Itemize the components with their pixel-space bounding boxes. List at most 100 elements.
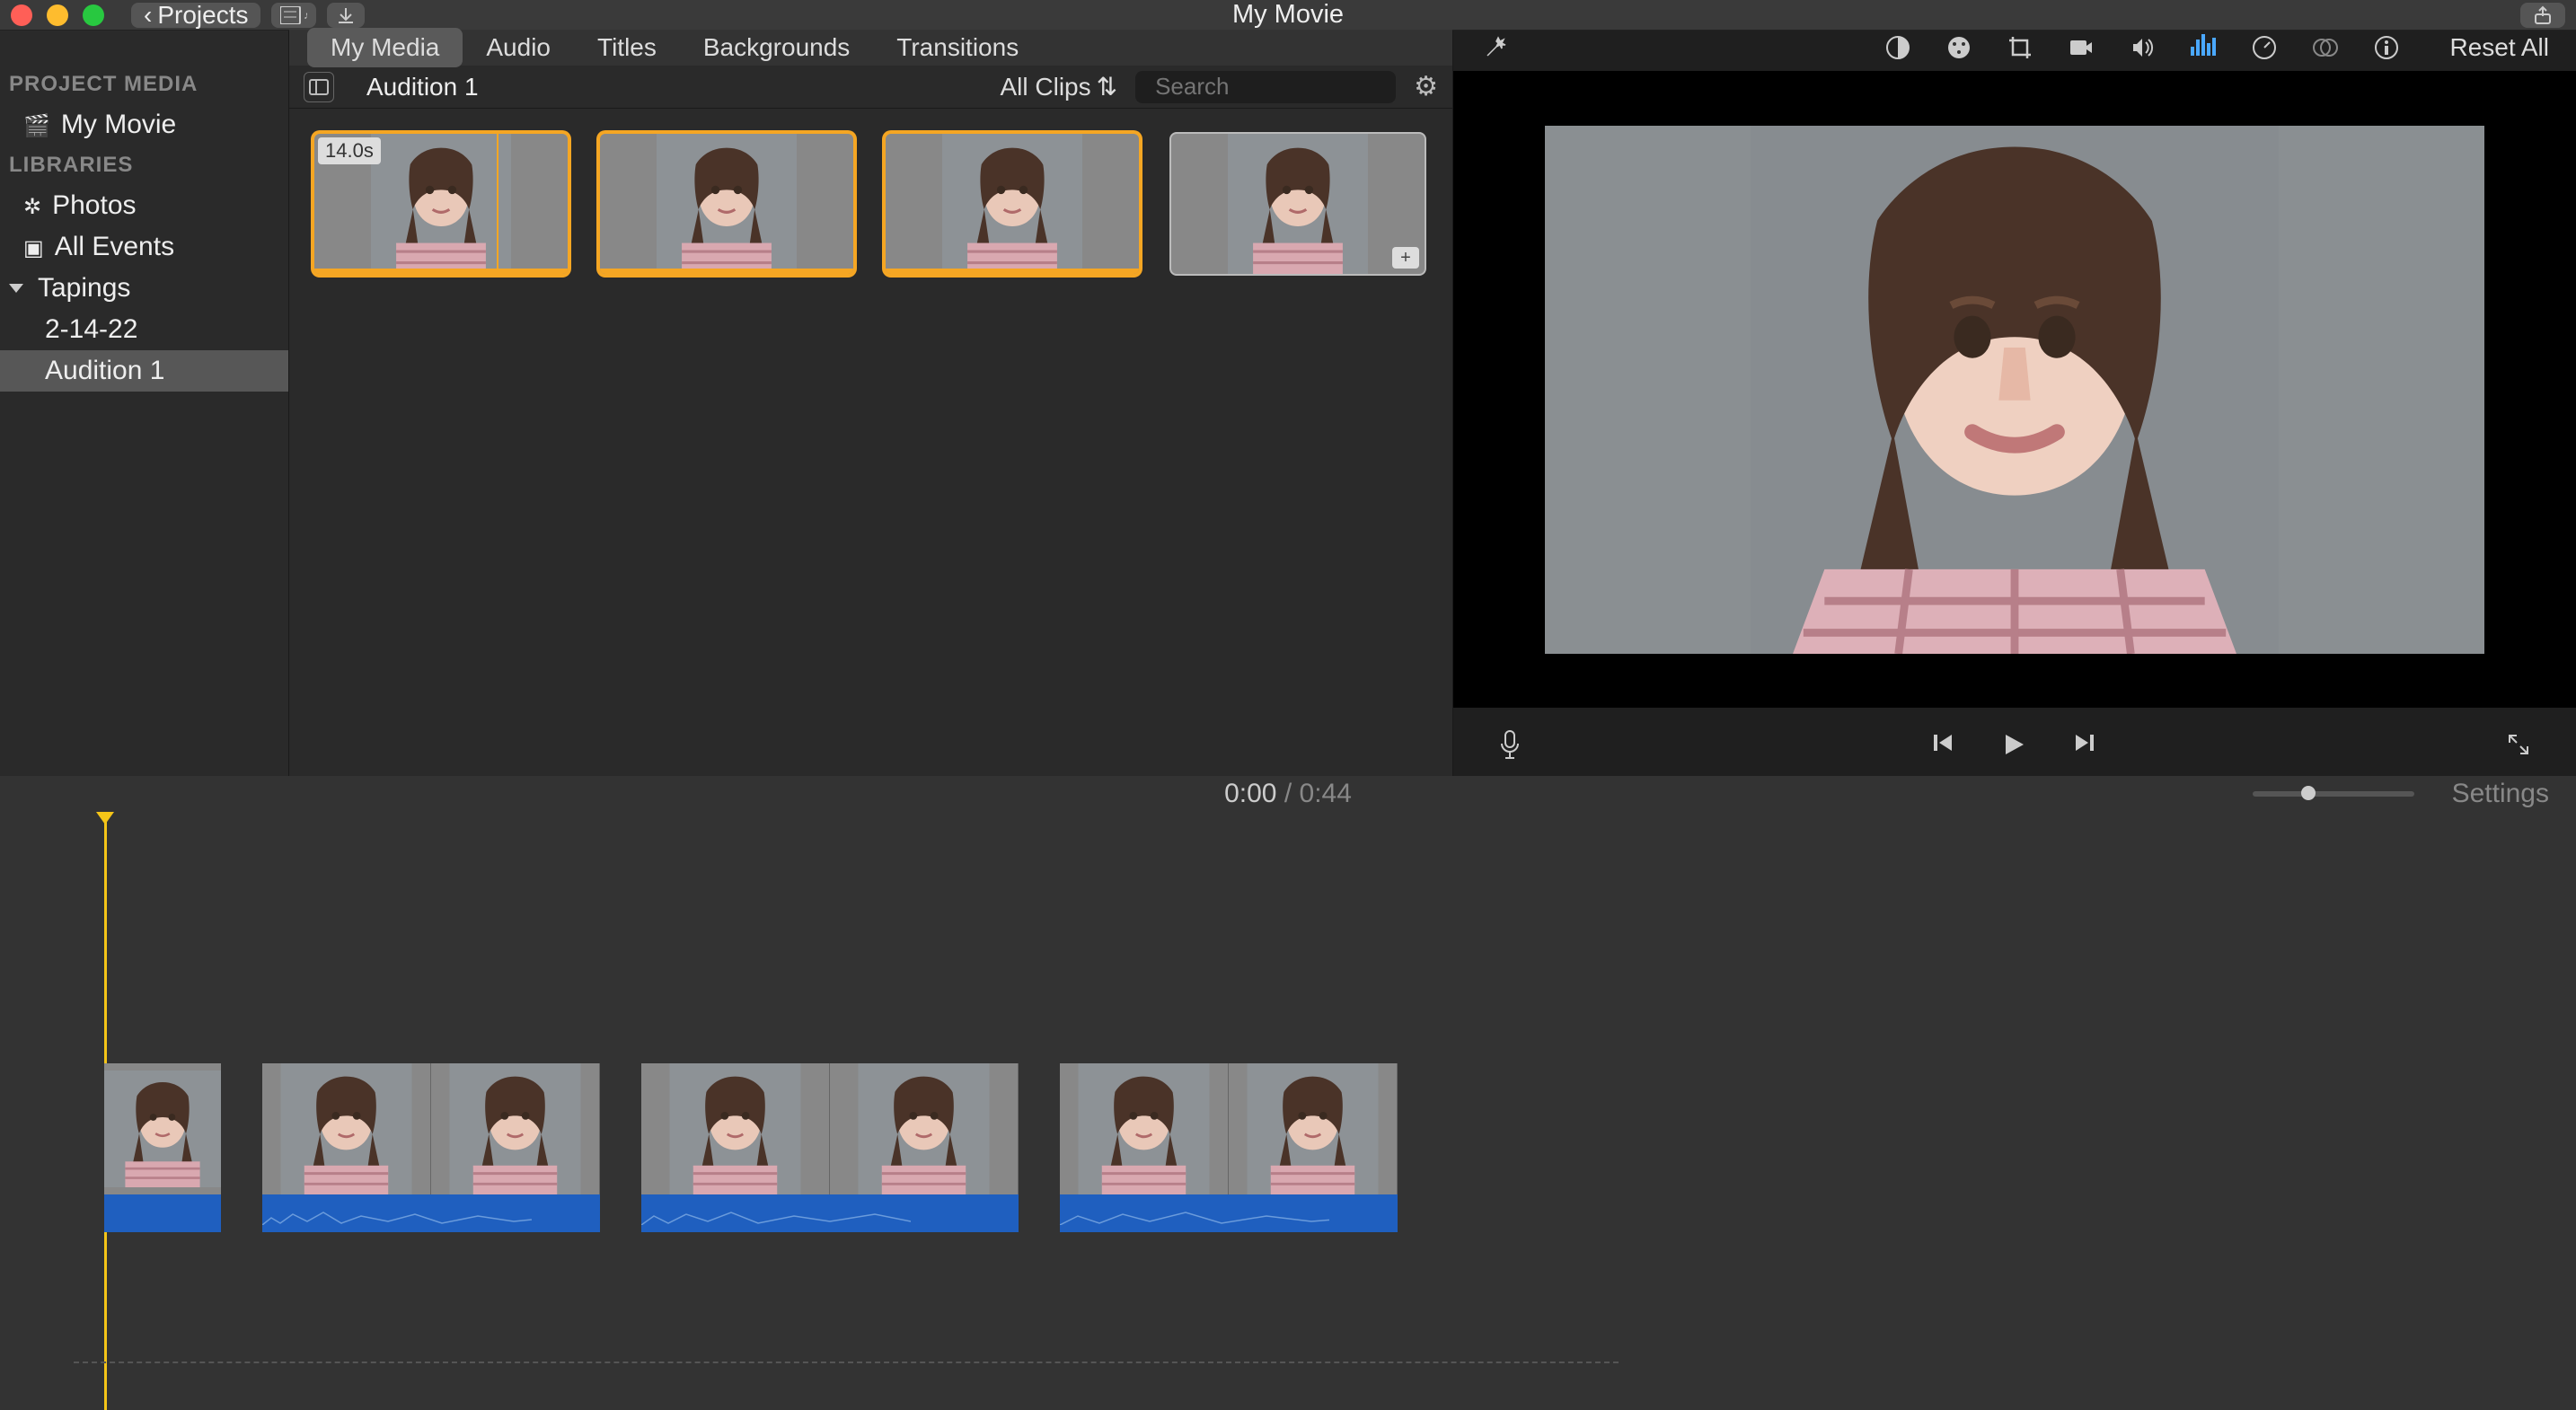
preview-viewer: Reset All: [1453, 31, 2576, 776]
sidebar-item-audition[interactable]: Audition 1: [0, 350, 288, 392]
sidebar-item-all-events[interactable]: All Events: [0, 226, 288, 268]
timeline-clip[interactable]: [1060, 1063, 1398, 1232]
browser-settings-button[interactable]: ⚙: [1414, 71, 1438, 102]
audio-lane[interactable]: [104, 1194, 221, 1232]
toggle-sidebar-button[interactable]: [304, 72, 334, 102]
clip-playhead[interactable]: [497, 134, 498, 274]
mediabrowser-icon: ♪: [280, 6, 307, 24]
search-input[interactable]: [1155, 73, 1456, 101]
sidebar-item-date-event[interactable]: 2-14-22: [0, 309, 288, 350]
volume-button[interactable]: [2127, 35, 2157, 60]
project-media-header: PROJECT MEDIA: [0, 65, 288, 104]
media-import-button[interactable]: ♪: [271, 3, 316, 28]
zoom-slider[interactable]: [2253, 791, 2414, 797]
clip-filter-button[interactable]: [2310, 35, 2341, 60]
enhance-button[interactable]: [1480, 34, 1511, 61]
timecode-display: 0:00 / 0:44: [1224, 779, 1352, 809]
timecode-total: 0:44: [1300, 779, 1352, 808]
sidebar-icon: [309, 79, 329, 95]
projects-back-button[interactable]: ‹ Projects: [131, 3, 260, 28]
zoom-knob[interactable]: [2301, 786, 2316, 800]
sidebar-label: Audition 1: [45, 356, 164, 386]
import-button[interactable]: [327, 3, 365, 28]
sidebar-label: Photos: [52, 190, 136, 221]
tab-my-media[interactable]: My Media: [307, 28, 463, 67]
equalizer-icon: [2190, 32, 2217, 63]
titlebar: ‹ Projects ♪ My Movie: [0, 0, 2576, 31]
stabilization-button[interactable]: [2066, 37, 2096, 58]
tab-audio[interactable]: Audio: [463, 28, 574, 67]
info-button[interactable]: [2371, 35, 2402, 60]
waveform: [641, 1209, 911, 1225]
disclosure-triangle-icon[interactable]: [9, 284, 23, 293]
reset-all-button[interactable]: Reset All: [2450, 33, 2550, 62]
speed-button[interactable]: [2249, 35, 2280, 60]
fullscreen-button[interactable]: [2506, 732, 2531, 757]
share-icon: [2533, 5, 2553, 25]
gear-icon: ⚙: [1414, 72, 1438, 101]
timeline-settings-button[interactable]: Settings: [2452, 779, 2549, 809]
sidebar-label: My Movie: [61, 110, 176, 140]
clip-filter-dropdown[interactable]: All Clips ⇅: [1000, 72, 1117, 101]
browser-location: Audition 1: [366, 73, 479, 101]
clip-thumbnail[interactable]: [884, 132, 1141, 276]
clip-thumbnail[interactable]: [598, 132, 855, 276]
minimize-window-button[interactable]: [47, 4, 68, 26]
timeline-clip[interactable]: [641, 1063, 1019, 1232]
sidebar-item-photos[interactable]: Photos: [0, 185, 288, 226]
zoom-window-button[interactable]: [83, 4, 104, 26]
clip-thumb: [262, 1063, 430, 1194]
clip-thumb: [1060, 1063, 1228, 1194]
voiceover-button[interactable]: [1498, 729, 1522, 760]
browser-tabs: My Media Audio Titles Backgrounds Transi…: [289, 30, 1452, 66]
crop-icon: [2007, 35, 2033, 60]
timeline-clip[interactable]: [104, 1063, 221, 1232]
color-balance-button[interactable]: [1883, 35, 1913, 60]
clip-thumb: [1229, 1063, 1397, 1194]
overlap-circles-icon: [2313, 35, 2338, 60]
previous-button[interactable]: [1932, 731, 1955, 758]
sidebar-item-tapings[interactable]: Tapings: [0, 268, 288, 309]
close-window-button[interactable]: [11, 4, 32, 26]
clip-thumbnail[interactable]: 14.0s: [313, 132, 569, 276]
microphone-icon: [1498, 729, 1522, 760]
waveform: [1060, 1209, 1329, 1225]
events-icon: [23, 232, 44, 262]
tab-backgrounds[interactable]: Backgrounds: [680, 28, 873, 67]
clip-thumb: [431, 1063, 599, 1194]
libraries-header: LIBRARIES: [0, 145, 288, 185]
skip-forward-icon: [2072, 731, 2095, 754]
chevron-left-icon: ‹: [144, 1, 152, 30]
play-icon: [2000, 731, 2027, 758]
next-button[interactable]: [2072, 731, 2095, 758]
tab-titles[interactable]: Titles: [574, 28, 680, 67]
search-field[interactable]: [1135, 71, 1396, 103]
timeline-clip[interactable]: [262, 1063, 600, 1232]
clip-thumb: [104, 1063, 221, 1194]
clip-thumb: [830, 1063, 1018, 1194]
timecode-current: 0:00: [1224, 779, 1276, 808]
share-button[interactable]: [2520, 3, 2565, 28]
window-title: My Movie: [0, 0, 2576, 30]
speedometer-icon: [2252, 35, 2277, 60]
play-button[interactable]: [2000, 731, 2027, 758]
timeline-track-area[interactable]: [0, 812, 2576, 1410]
transport-controls: [1453, 713, 2576, 776]
color-correction-button[interactable]: [1944, 35, 1974, 60]
audio-lane[interactable]: [262, 1194, 600, 1232]
crop-button[interactable]: [2005, 35, 2035, 60]
tab-transitions[interactable]: Transitions: [873, 28, 1042, 67]
noise-reduction-button[interactable]: [2188, 32, 2219, 63]
photos-icon: [23, 190, 41, 221]
clip-image: [1171, 134, 1425, 274]
clip-thumbnail[interactable]: +: [1169, 132, 1426, 276]
preview-canvas[interactable]: [1453, 71, 2576, 708]
add-clip-button[interactable]: +: [1392, 247, 1419, 269]
audio-lane[interactable]: [641, 1194, 1019, 1232]
sidebar-item-my-movie[interactable]: My Movie: [0, 104, 288, 145]
audio-lane[interactable]: [1060, 1194, 1398, 1232]
clip-used-indicator: [314, 269, 568, 274]
clip-used-indicator: [600, 269, 853, 274]
timecode-sep: /: [1276, 779, 1299, 808]
expand-icon: [2506, 732, 2531, 757]
